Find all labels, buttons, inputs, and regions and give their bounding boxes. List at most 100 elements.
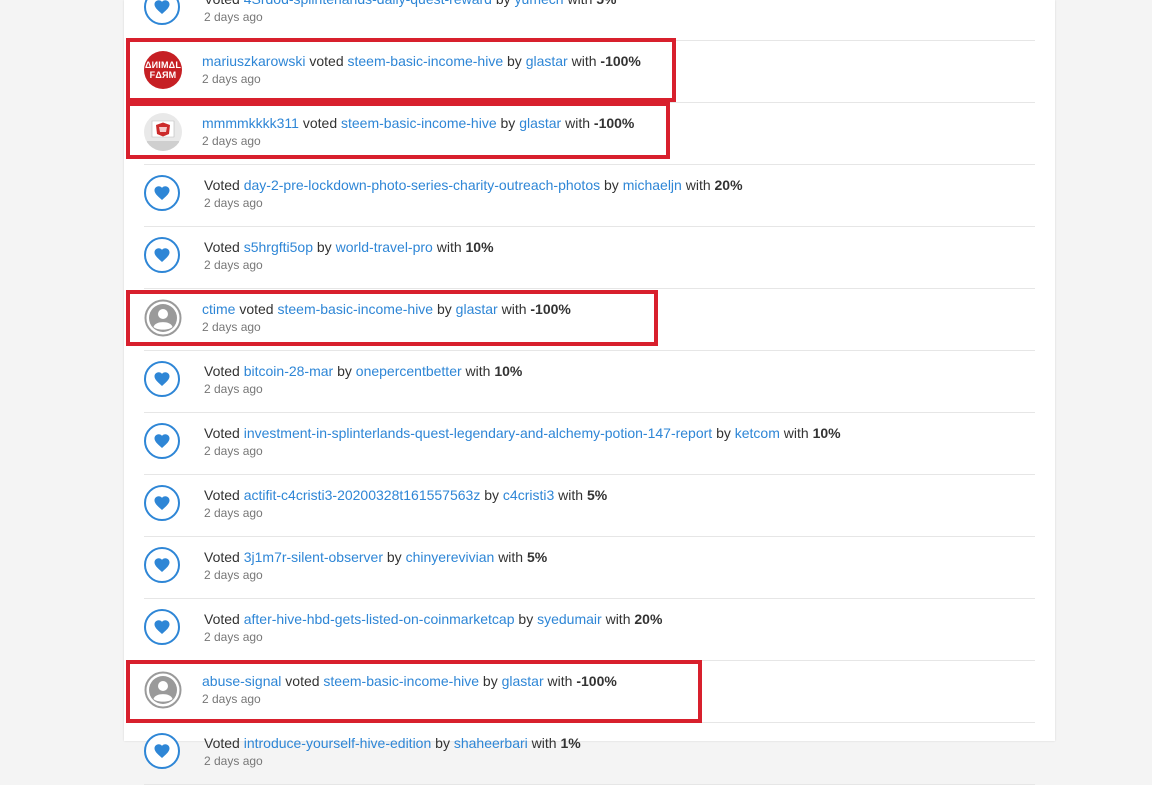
post-link[interactable]: steem-basic-income-hive	[348, 53, 504, 69]
heart-icon	[144, 237, 180, 273]
vote-weight: -100%	[576, 673, 617, 689]
voted-label: Voted	[204, 735, 240, 751]
heart-icon	[144, 547, 180, 583]
post-link[interactable]: steem-basic-income-hive	[341, 115, 497, 131]
vote-weight: 10%	[465, 239, 494, 255]
vote-description: Voted actifit-c4cristi3-20200328t1615575…	[204, 486, 607, 504]
author-link[interactable]: ketcom	[735, 425, 780, 441]
vote-weight: 5%	[586, 487, 608, 503]
voter-link[interactable]: ctime	[202, 301, 235, 317]
timestamp: 2 days ago	[204, 444, 263, 458]
voted-label: Voted	[204, 363, 240, 379]
vote-item-own: Voted introduce-yourself-hive-edition by…	[144, 722, 1035, 785]
voter-link[interactable]: abuse-signal	[202, 673, 281, 689]
by-label: by	[507, 53, 522, 69]
with-label: with	[783, 425, 809, 441]
voted-label: Voted	[204, 239, 240, 255]
with-label: with	[565, 115, 591, 131]
post-link[interactable]: investment-in-splinterlands-quest-legend…	[244, 425, 712, 441]
post-link[interactable]: steem-basic-income-hive	[323, 673, 479, 689]
heart-icon	[144, 0, 180, 25]
voted-label: Voted	[204, 487, 240, 503]
vote-item-own: Voted s5hrgfti5op by world-travel-pro wi…	[144, 226, 1035, 289]
vote-description: Voted day-2-pre-lockdown-photo-series-ch…	[204, 176, 743, 194]
vote-description: Voted investment-in-splinterlands-quest-…	[204, 424, 841, 442]
author-link[interactable]: glastar	[519, 115, 561, 131]
vote-description: abuse-signal voted steem-basic-income-hi…	[202, 672, 617, 690]
timestamp: 2 days ago	[204, 196, 263, 210]
timestamp: 2 days ago	[204, 382, 263, 396]
vote-text: Voted day-2-pre-lockdown-photo-series-ch…	[204, 176, 743, 211]
author-link[interactable]: yumech	[515, 0, 564, 7]
vote-weight: -100%	[530, 301, 571, 317]
post-link[interactable]: steem-basic-income-hive	[277, 301, 433, 317]
with-label: with	[547, 673, 573, 689]
vote-item-own: Voted after-hive-hbd-gets-listed-on-coin…	[144, 598, 1035, 661]
avatar[interactable]	[144, 113, 182, 151]
post-link[interactable]: bitcoin-28-mar	[244, 363, 333, 379]
with-label: with	[605, 611, 631, 627]
vote-item-own: Voted bitcoin-28-mar by onepercentbetter…	[144, 350, 1035, 413]
timestamp: 2 days ago	[204, 630, 263, 644]
farm-logo-avatar[interactable]: ΔИIMΔL FΔЯM	[144, 51, 182, 89]
author-link[interactable]: syedumair	[537, 611, 602, 627]
author-link[interactable]: world-travel-pro	[336, 239, 433, 255]
timestamp: 2 days ago	[202, 320, 261, 334]
voter-link[interactable]: mariuszkarowski	[202, 53, 305, 69]
voter-link[interactable]: mmmmkkkk311	[202, 115, 299, 131]
author-link[interactable]: c4cristi3	[503, 487, 554, 503]
post-link[interactable]: introduce-yourself-hive-edition	[244, 735, 432, 751]
vote-item-own: Voted investment-in-splinterlands-quest-…	[144, 412, 1035, 475]
voted-label: voted	[239, 301, 274, 317]
author-link[interactable]: onepercentbetter	[356, 363, 462, 379]
post-link[interactable]: s5hrgfti5op	[244, 239, 313, 255]
by-label: by	[484, 487, 500, 503]
vote-text: Voted 3j1m7r-silent-observer by chinyere…	[204, 548, 547, 583]
timestamp: 2 days ago	[202, 134, 261, 148]
vote-item-own: Voted actifit-c4cristi3-20200328t1615575…	[144, 474, 1035, 537]
avatar[interactable]	[144, 299, 182, 337]
voted-label: voted	[302, 115, 338, 131]
heart-icon	[144, 361, 180, 397]
vote-description: Voted bitcoin-28-mar by onepercentbetter…	[204, 362, 522, 380]
vote-weight: -100%	[593, 115, 635, 131]
with-label: with	[685, 177, 711, 193]
vote-text: Voted 4Srdod-splinterlands-daily-quest-r…	[204, 0, 616, 25]
author-link[interactable]: glastar	[502, 673, 544, 689]
author-link[interactable]: glastar	[456, 301, 498, 317]
author-link[interactable]: chinyerevivian	[406, 549, 495, 565]
post-link[interactable]: 3j1m7r-silent-observer	[244, 549, 383, 565]
by-label: by	[500, 115, 516, 131]
vote-description: Voted after-hive-hbd-gets-listed-on-coin…	[204, 610, 662, 628]
voted-label: Voted	[204, 177, 240, 193]
vote-weight: 1%	[560, 735, 581, 751]
vote-text: abuse-signal voted steem-basic-income-hi…	[202, 672, 617, 707]
avatar[interactable]	[144, 671, 182, 709]
voted-label: Voted	[204, 425, 240, 441]
vote-item-user-voter: ctime voted steem-basic-income-hive by g…	[144, 288, 1035, 351]
by-label: by	[518, 611, 534, 627]
post-link[interactable]: after-hive-hbd-gets-listed-on-coinmarket…	[244, 611, 515, 627]
vote-description: mmmmkkkk311 voted steem-basic-income-hiv…	[202, 114, 634, 132]
author-link[interactable]: michaeljn	[623, 177, 682, 193]
voted-label: Voted	[204, 549, 240, 565]
vote-item-user-voter: ΔИIMΔL FΔЯM mariuszkarowski voted steem-b…	[144, 40, 1035, 103]
vote-weight: 5%	[526, 549, 548, 565]
post-link[interactable]: day-2-pre-lockdown-photo-series-charity-…	[244, 177, 600, 193]
by-label: by	[482, 673, 498, 689]
vote-item-own: Voted 3j1m7r-silent-observer by chinyere…	[144, 536, 1035, 599]
with-label: with	[465, 363, 491, 379]
post-link[interactable]: actifit-c4cristi3-20200328t161557563z	[244, 487, 481, 503]
heart-icon	[144, 485, 180, 521]
heart-icon	[144, 175, 180, 211]
post-link[interactable]: 4Srdod-splinterlands-daily-quest-reward	[244, 0, 492, 7]
vote-description: Voted s5hrgfti5op by world-travel-pro wi…	[204, 238, 494, 256]
heart-icon	[144, 423, 180, 459]
by-label: by	[604, 177, 619, 193]
author-link[interactable]: glastar	[526, 53, 568, 69]
by-label: by	[435, 735, 450, 751]
by-label: by	[496, 0, 511, 7]
timestamp: 2 days ago	[204, 10, 263, 24]
author-link[interactable]: shaheerbari	[454, 735, 528, 751]
timestamp: 2 days ago	[204, 568, 263, 582]
